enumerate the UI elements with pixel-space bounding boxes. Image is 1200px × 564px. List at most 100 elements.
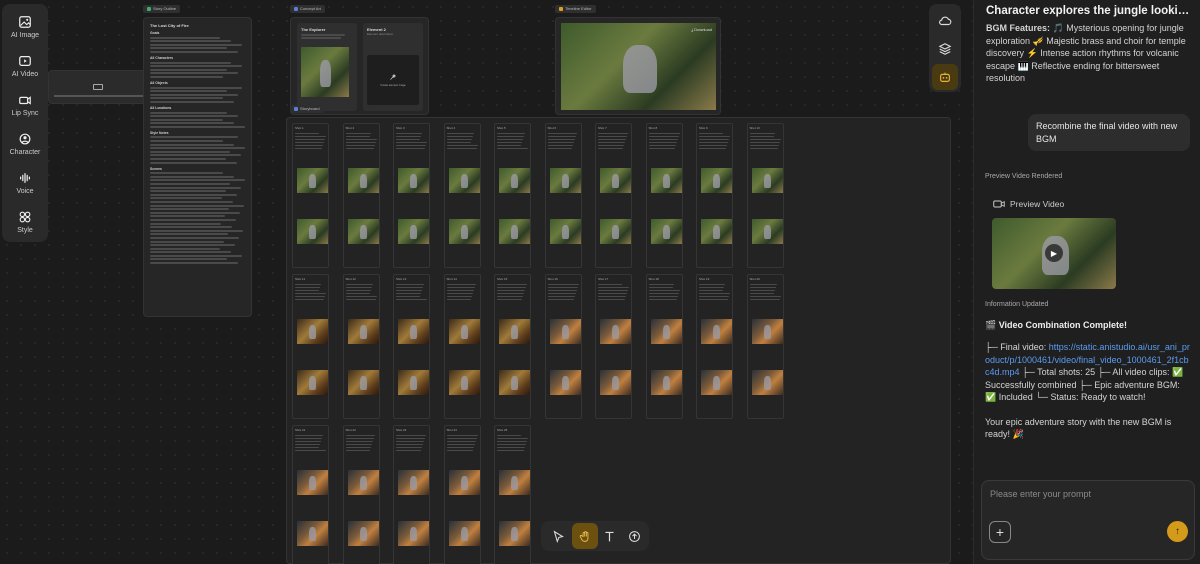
layers-button[interactable]: [932, 36, 958, 62]
hand-tool-button[interactable]: [572, 523, 598, 549]
upload-tool-button[interactable]: [621, 523, 647, 549]
shot-image[interactable]: [701, 319, 732, 344]
shot-card[interactable]: Shot 7: [595, 123, 632, 268]
shot-card[interactable]: Shot 19: [696, 274, 733, 419]
shot-card[interactable]: Shot 21: [292, 425, 329, 564]
shot-video[interactable]: [398, 370, 429, 395]
shot-card[interactable]: Shot 17: [595, 274, 632, 419]
shot-video[interactable]: [448, 370, 480, 395]
shot-video[interactable]: [499, 370, 530, 395]
shot-video[interactable]: [650, 219, 682, 244]
shot-image[interactable]: [347, 470, 379, 495]
sidebar-item-ai-video[interactable]: AI Video: [4, 47, 46, 85]
shot-video[interactable]: [347, 219, 379, 244]
shot-image[interactable]: [448, 168, 480, 193]
select-tool-button[interactable]: [545, 523, 571, 549]
download-button[interactable]: ⤓ Download: [691, 27, 712, 32]
shot-image[interactable]: [347, 168, 379, 193]
shot-card[interactable]: Shot 23: [393, 425, 430, 564]
shot-video[interactable]: [549, 219, 581, 244]
shot-video[interactable]: [347, 370, 379, 395]
video-clip-node[interactable]: [48, 70, 148, 104]
shot-video[interactable]: [347, 521, 379, 546]
assistant-button[interactable]: [932, 64, 958, 90]
preview-video-thumbnail[interactable]: ▶: [992, 218, 1116, 289]
video-progress-bar[interactable]: [54, 95, 144, 97]
shot-card[interactable]: Shot 15: [494, 274, 531, 419]
shot-card[interactable]: Shot 14: [443, 274, 481, 419]
shot-card[interactable]: Shot 25: [494, 425, 531, 564]
shot-image[interactable]: [448, 470, 480, 495]
shot-image[interactable]: [650, 168, 682, 193]
concept-art-node[interactable]: The Explorer Element 2 Element descripti…: [290, 17, 429, 115]
shot-image[interactable]: [347, 319, 379, 344]
shot-card[interactable]: Shot 22: [342, 425, 380, 564]
shot-image[interactable]: [398, 470, 429, 495]
shot-card[interactable]: Shot 6: [544, 123, 582, 268]
shot-video[interactable]: [448, 219, 480, 244]
shot-video[interactable]: [499, 521, 530, 546]
cloud-button[interactable]: [932, 8, 958, 34]
create-element-image-button[interactable]: Create element image: [367, 55, 419, 105]
shot-image[interactable]: [600, 319, 631, 344]
shot-video[interactable]: [297, 521, 328, 546]
story-outline-node[interactable]: The Lost City of Fire Goals All Character…: [143, 17, 252, 317]
timeline-editor-node[interactable]: ⤓ Download: [555, 17, 721, 115]
element-card-2[interactable]: Element 2 Element description Create ele…: [363, 23, 423, 111]
storyboard-node[interactable]: Shot 1 Shot 2 Shot 3 Shot 4 Shot 5 Shot 6 Shot…: [286, 117, 951, 564]
shot-image[interactable]: [297, 470, 328, 495]
shot-video[interactable]: [297, 370, 328, 395]
shot-card[interactable]: Shot 10: [746, 123, 784, 268]
shot-video[interactable]: [751, 370, 783, 395]
shot-video[interactable]: [701, 219, 732, 244]
shot-card[interactable]: Shot 12: [342, 274, 380, 419]
send-button[interactable]: ↑: [1167, 521, 1188, 542]
shot-card[interactable]: Shot 20: [746, 274, 784, 419]
shot-image[interactable]: [448, 319, 480, 344]
shot-card[interactable]: Shot 18: [645, 274, 683, 419]
shot-image[interactable]: [549, 319, 581, 344]
shot-image[interactable]: [398, 168, 429, 193]
shot-card[interactable]: Shot 5: [494, 123, 531, 268]
shot-video[interactable]: [398, 521, 429, 546]
sidebar-item-character[interactable]: Character: [4, 125, 46, 163]
text-tool-button[interactable]: [596, 523, 622, 549]
shot-video[interactable]: [701, 370, 732, 395]
shot-card[interactable]: Shot 9: [696, 123, 733, 268]
shot-image[interactable]: [751, 168, 783, 193]
sidebar-item-ai-image[interactable]: AI Image: [4, 8, 46, 46]
shot-video[interactable]: [549, 370, 581, 395]
final-video-thumbnail[interactable]: [561, 23, 716, 110]
shot-video[interactable]: [600, 370, 631, 395]
shot-image[interactable]: [398, 319, 429, 344]
sidebar-item-style[interactable]: Style: [4, 203, 46, 241]
shot-card[interactable]: Shot 8: [645, 123, 683, 268]
shot-image[interactable]: [499, 319, 530, 344]
shot-video[interactable]: [297, 219, 328, 244]
shot-image[interactable]: [549, 168, 581, 193]
shot-card[interactable]: Shot 2: [342, 123, 380, 268]
shot-image[interactable]: [499, 168, 530, 193]
shot-image[interactable]: [650, 319, 682, 344]
shot-card[interactable]: Shot 24: [443, 425, 481, 564]
explorer-image[interactable]: [301, 47, 349, 98]
workflow-canvas[interactable]: AI Image AI Video Lip Sync Character Voi…: [0, 0, 973, 564]
shot-card[interactable]: Shot 13: [393, 274, 430, 419]
element-card-explorer[interactable]: The Explorer: [297, 23, 357, 111]
prompt-input[interactable]: [990, 489, 1185, 499]
shot-video[interactable]: [600, 219, 631, 244]
shot-card[interactable]: Shot 4: [443, 123, 481, 268]
shot-video[interactable]: [448, 521, 480, 546]
shot-image[interactable]: [751, 319, 783, 344]
shot-image[interactable]: [297, 168, 328, 193]
shot-image[interactable]: [297, 319, 328, 344]
shot-video[interactable]: [650, 370, 682, 395]
shot-image[interactable]: [701, 168, 732, 193]
shot-video[interactable]: [751, 219, 783, 244]
sidebar-item-lip-sync[interactable]: Lip Sync: [4, 86, 46, 124]
shot-image[interactable]: [499, 470, 530, 495]
add-attachment-button[interactable]: +: [989, 521, 1011, 543]
shot-video[interactable]: [499, 219, 530, 244]
shot-card[interactable]: Shot 16: [544, 274, 582, 419]
shot-card[interactable]: Shot 3: [393, 123, 430, 268]
